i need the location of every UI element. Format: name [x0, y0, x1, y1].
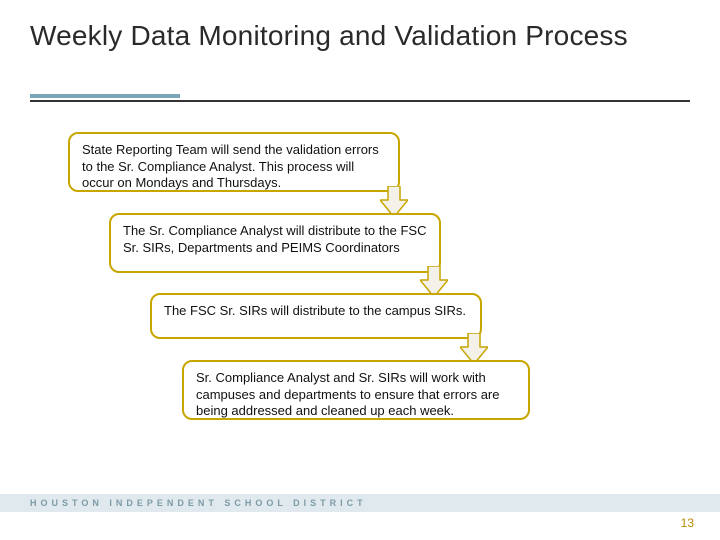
process-step: The Sr. Compliance Analyst will distribu…: [109, 213, 441, 273]
title-underline: [30, 100, 690, 102]
title-accent-bar: [30, 94, 180, 98]
footer-org-name: HOUSTON INDEPENDENT SCHOOL DISTRICT: [0, 494, 720, 512]
page-number: 13: [681, 516, 694, 530]
process-step: State Reporting Team will send the valid…: [68, 132, 400, 192]
process-step: The FSC Sr. SIRs will distribute to the …: [150, 293, 482, 339]
process-step-text: Sr. Compliance Analyst and Sr. SIRs will…: [196, 370, 500, 418]
process-step-text: State Reporting Team will send the valid…: [82, 142, 379, 190]
process-step: Sr. Compliance Analyst and Sr. SIRs will…: [182, 360, 530, 420]
process-step-text: The FSC Sr. SIRs will distribute to the …: [164, 303, 466, 318]
process-step-text: The Sr. Compliance Analyst will distribu…: [123, 223, 426, 255]
footer-bar: HOUSTON INDEPENDENT SCHOOL DISTRICT: [0, 494, 720, 512]
slide-title: Weekly Data Monitoring and Validation Pr…: [30, 18, 690, 53]
